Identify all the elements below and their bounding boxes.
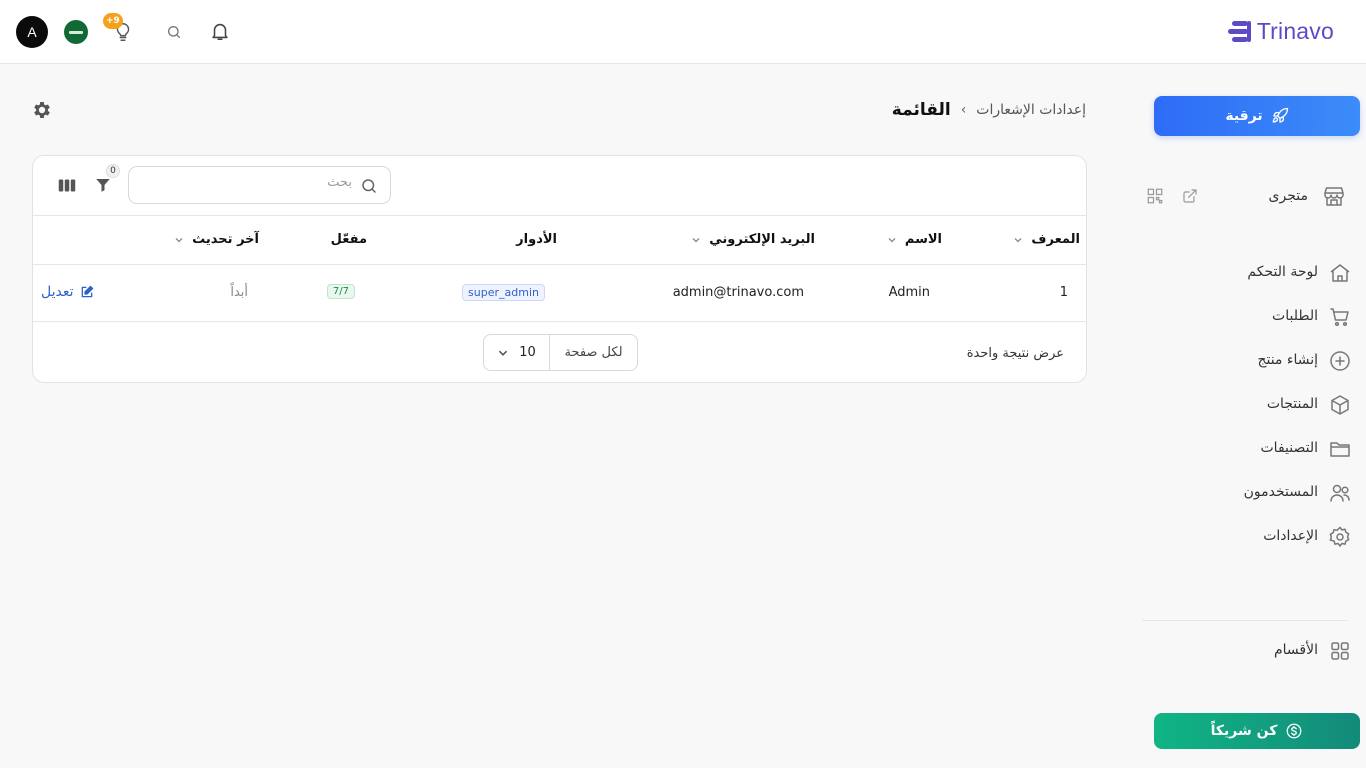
box-icon: [1331, 395, 1349, 415]
my-store-row[interactable]: متجرى: [1138, 182, 1366, 212]
bell-icon[interactable]: [209, 20, 231, 42]
column-header-updated[interactable]: آخر تحديث: [174, 232, 259, 247]
sidebar-item-label: التصنيفات: [1260, 440, 1319, 456]
chevron-left-icon: ›: [960, 102, 967, 118]
edit-link[interactable]: تعديل: [41, 284, 94, 300]
chevron-down-icon: [692, 237, 700, 242]
table-search[interactable]: [128, 166, 391, 204]
chevron-down-icon: [499, 350, 508, 356]
role-badge: super_admin: [462, 284, 545, 301]
chevron-down-icon: [888, 237, 896, 242]
column-title: آخر تحديث: [192, 232, 259, 247]
sidebar-item-orders[interactable]: الطلبات: [1138, 302, 1366, 332]
table-row[interactable]: 1 Admin admin@trinavo.com super_admin 7/…: [33, 265, 1086, 322]
cell-email: admin@trinavo.com: [672, 285, 804, 300]
sidebar-item-products[interactable]: المنتجات: [1138, 390, 1366, 420]
column-header-active: مفعّل: [331, 232, 367, 247]
chevron-down-icon: [175, 237, 183, 242]
cell-id: 1: [1059, 285, 1068, 300]
sidebar-item-label: إنشاء منتج: [1257, 352, 1318, 368]
become-partner-button[interactable]: كن شريكاً: [1154, 713, 1360, 749]
column-header-email[interactable]: البريد الإلكتروني: [691, 232, 815, 247]
updates-badge: +9: [103, 13, 123, 29]
rocket-icon: [1272, 107, 1288, 123]
users-icon: [1330, 484, 1350, 502]
my-store-label: متجرى: [1268, 188, 1308, 204]
edit-icon: [81, 285, 93, 298]
per-page-select[interactable]: 10 لكل صفحة: [483, 334, 638, 371]
folder-icon: [1330, 442, 1350, 457]
cell-name: Admin: [888, 285, 930, 300]
table-footer: عرض نتيجة واحدة 10 لكل صفحة: [33, 322, 1086, 382]
top-bar: Trinavo A +9: [0, 0, 1366, 64]
sidebar-divider: [1142, 620, 1348, 621]
gear-icon: [1329, 526, 1350, 548]
sidebar-item-settings[interactable]: الإعدادات: [1138, 522, 1366, 552]
external-link-icon[interactable]: [1182, 188, 1198, 204]
partner-label: كن شريكاً: [1210, 723, 1278, 739]
column-title: الاسم: [904, 232, 942, 247]
results-summary: عرض نتيجة واحدة: [966, 346, 1064, 361]
grid-icon: [1331, 642, 1349, 660]
sidebar-item-label: الأقسام: [1274, 642, 1318, 658]
user-avatar[interactable]: A: [16, 16, 48, 48]
users-table-card: 0 المعرف الاسم البريد الإلكتروني الأدوار…: [32, 155, 1087, 383]
edit-label: تعديل: [41, 284, 74, 300]
column-title: مفعّل: [330, 232, 367, 247]
store-icon: [1324, 187, 1344, 206]
active-count-badge: 7/7: [326, 284, 355, 299]
sidebar-item-categories[interactable]: التصنيفات: [1138, 434, 1366, 464]
sidebar-item-create-product[interactable]: إنشاء منتج: [1138, 346, 1366, 376]
table-toolbar: 0: [33, 156, 1086, 216]
column-header-id[interactable]: المعرف: [1013, 232, 1080, 247]
per-page-value: 10: [519, 345, 536, 360]
upgrade-button[interactable]: ترقية: [1154, 96, 1360, 136]
sidebar-item-label: الإعدادات: [1263, 528, 1318, 544]
sidebar-item-label: لوحة التحكم: [1247, 264, 1318, 280]
qr-code-icon[interactable]: [1146, 187, 1164, 205]
sidebar-item-label: المستخدمون: [1243, 484, 1318, 500]
saudi-flag-icon[interactable]: [64, 20, 88, 44]
breadcrumb-parent[interactable]: إعدادات الإشعارات: [976, 102, 1086, 118]
settings-gear-icon[interactable]: [31, 99, 53, 121]
search-input[interactable]: [152, 175, 352, 190]
filter-icon[interactable]: [94, 176, 112, 194]
column-header-name[interactable]: الاسم: [887, 232, 942, 247]
sidebar-item-sections[interactable]: الأقسام: [1138, 636, 1366, 666]
logo-text: Trinavo: [1256, 18, 1334, 44]
plus-circle-icon: [1330, 351, 1350, 371]
column-title: المعرف: [1031, 232, 1080, 247]
column-title: البريد الإلكتروني: [709, 232, 815, 247]
brand-logo[interactable]: Trinavo: [1227, 18, 1334, 45]
page-title: القائمة: [891, 100, 951, 120]
chevron-down-icon: [1014, 237, 1022, 242]
sidebar-item-label: الطلبات: [1272, 308, 1318, 324]
upgrade-label: ترقية: [1225, 108, 1263, 124]
sidebar-item-dashboard[interactable]: لوحة التحكم: [1138, 258, 1366, 288]
cart-icon: [1330, 308, 1349, 327]
column-header-roles: الأدوار: [516, 232, 557, 247]
dollar-circle-icon: [1286, 723, 1302, 739]
column-title: الأدوار: [516, 232, 557, 247]
columns-icon[interactable]: [58, 178, 76, 193]
filter-count-badge: 0: [106, 164, 120, 178]
per-page-label: لكل صفحة: [564, 345, 623, 360]
sidebar: ترقية متجرى لوحة التحكم الطلبات إنشاء من…: [1138, 65, 1366, 768]
breadcrumb: إعدادات الإشعارات › القائمة: [892, 100, 1086, 120]
table-header: المعرف الاسم البريد الإلكتروني الأدوار م…: [33, 216, 1086, 265]
search-icon: [362, 179, 376, 193]
per-page-dropdown[interactable]: 10: [484, 335, 550, 370]
cell-updated: أبداً: [230, 285, 248, 300]
sidebar-item-users[interactable]: المستخدمون: [1138, 478, 1366, 508]
home-icon: [1330, 264, 1350, 282]
trinavo-logo-icon: [1227, 20, 1251, 44]
sidebar-item-label: المنتجات: [1266, 396, 1318, 412]
search-icon[interactable]: [166, 24, 182, 40]
